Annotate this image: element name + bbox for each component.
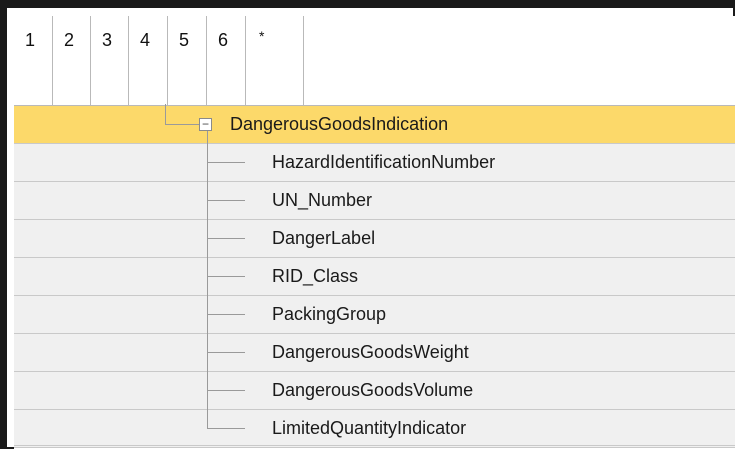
tree-row-label: RID_Class: [272, 266, 359, 286]
tree-row[interactable]: LimitedQuantityIndicator: [14, 410, 735, 448]
tree-row-label: PackingGroup: [272, 304, 387, 324]
tree-connector-line: [207, 131, 208, 429]
minus-box-icon[interactable]: −: [199, 118, 212, 131]
tree-row[interactable]: PackingGroup: [14, 296, 735, 334]
level-header-cell-2[interactable]: 2: [53, 16, 91, 105]
level-header-cell-3[interactable]: 3: [91, 16, 129, 105]
tree-connector-line: [207, 352, 245, 353]
tree-row[interactable]: DangerLabel: [14, 220, 735, 258]
tree-row[interactable]: DangerousGoodsVolume: [14, 372, 735, 410]
tree-connector-line: [165, 124, 199, 125]
tree-row[interactable]: UN_Number: [14, 182, 735, 220]
level-header-cell-1[interactable]: 1: [14, 16, 53, 105]
tree-connector-line: [207, 200, 245, 201]
tree-row-label: DangerousGoodsIndication: [230, 114, 449, 134]
tree-row[interactable]: DangerousGoodsWeight: [14, 334, 735, 372]
tree-view[interactable]: 1 2 3 4 5 6 * − DangerousGoodsIndication HazardI…: [14, 16, 735, 455]
level-header-cell-4[interactable]: 4: [129, 16, 168, 105]
tree-connector-line: [165, 104, 166, 125]
tree-row-label: UN_Number: [272, 190, 373, 210]
tree-connector-line: [207, 238, 245, 239]
tree-connector-line: [207, 390, 245, 391]
tree-row-label: DangerLabel: [272, 228, 376, 248]
tree-row-dangerous-goods-indication[interactable]: − DangerousGoodsIndication: [14, 106, 735, 144]
level-header: 1 2 3 4 5 6 *: [14, 16, 735, 106]
tree-grid-frame: 1 2 3 4 5 6 * − DangerousGoodsIndication HazardI…: [0, 0, 735, 455]
level-header-cell-all[interactable]: *: [246, 16, 304, 105]
tree-connector-line: [207, 428, 245, 429]
tree-row[interactable]: HazardIdentificationNumber: [14, 144, 735, 182]
level-header-cell-6[interactable]: 6: [207, 16, 246, 105]
tree-row-label: LimitedQuantityIndicator: [272, 418, 467, 438]
tree-row-label: HazardIdentificationNumber: [272, 152, 496, 172]
tree-connector-line: [207, 314, 245, 315]
tree-connector-line: [207, 276, 245, 277]
tree-row[interactable]: RID_Class: [14, 258, 735, 296]
tree-connector-line: [207, 162, 245, 163]
level-header-cell-5[interactable]: 5: [168, 16, 207, 105]
tree-row-label: DangerousGoodsWeight: [272, 342, 469, 362]
grid-bottom-line: [14, 445, 735, 446]
tree-row-label: DangerousGoodsVolume: [272, 380, 474, 400]
